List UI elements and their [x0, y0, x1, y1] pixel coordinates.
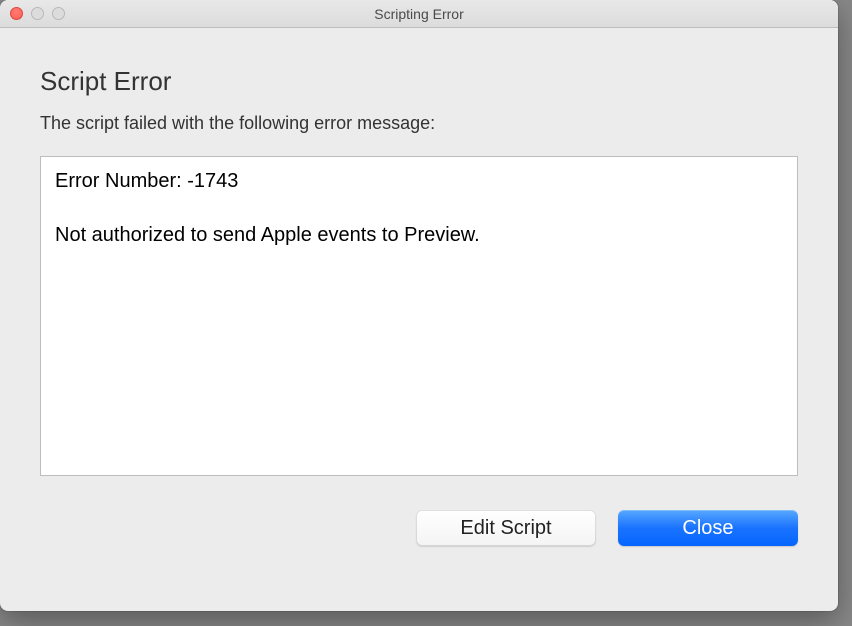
error-body-text: Not authorized to send Apple events to P… [55, 221, 783, 249]
dialog-content: Script Error The script failed with the … [0, 28, 838, 611]
close-window-icon[interactable] [10, 7, 23, 20]
error-number-text: Error Number: -1743 [55, 167, 783, 195]
dialog-message: The script failed with the following err… [40, 113, 798, 134]
window-controls [10, 7, 65, 20]
edit-script-button[interactable]: Edit Script [416, 510, 596, 546]
dialog-window: Scripting Error Script Error The script … [0, 0, 838, 611]
zoom-window-icon [52, 7, 65, 20]
dialog-heading: Script Error [40, 66, 798, 97]
error-detail-box: Error Number: -1743 Not authorized to se… [40, 156, 798, 476]
close-button[interactable]: Close [618, 510, 798, 546]
minimize-window-icon [31, 7, 44, 20]
window-title: Scripting Error [0, 6, 838, 22]
button-row: Edit Script Close [40, 510, 798, 546]
title-bar: Scripting Error [0, 0, 838, 28]
